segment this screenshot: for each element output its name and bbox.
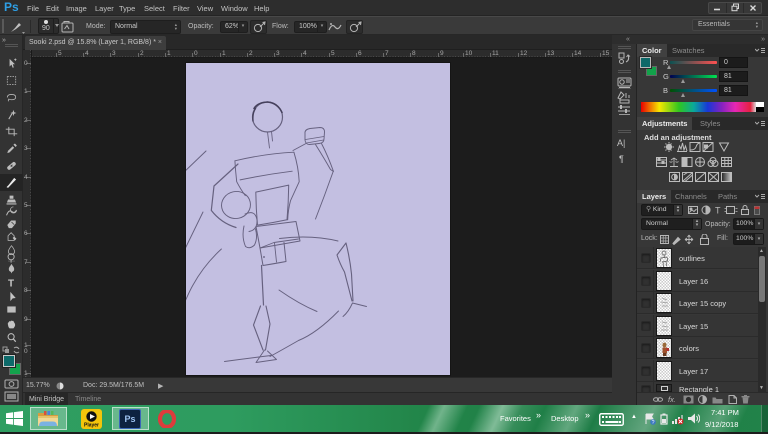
svg-text:?: ? <box>651 420 654 425</box>
svg-text:T: T <box>715 206 721 216</box>
svg-text:T: T <box>8 278 14 288</box>
svg-text:Player: Player <box>84 423 99 429</box>
